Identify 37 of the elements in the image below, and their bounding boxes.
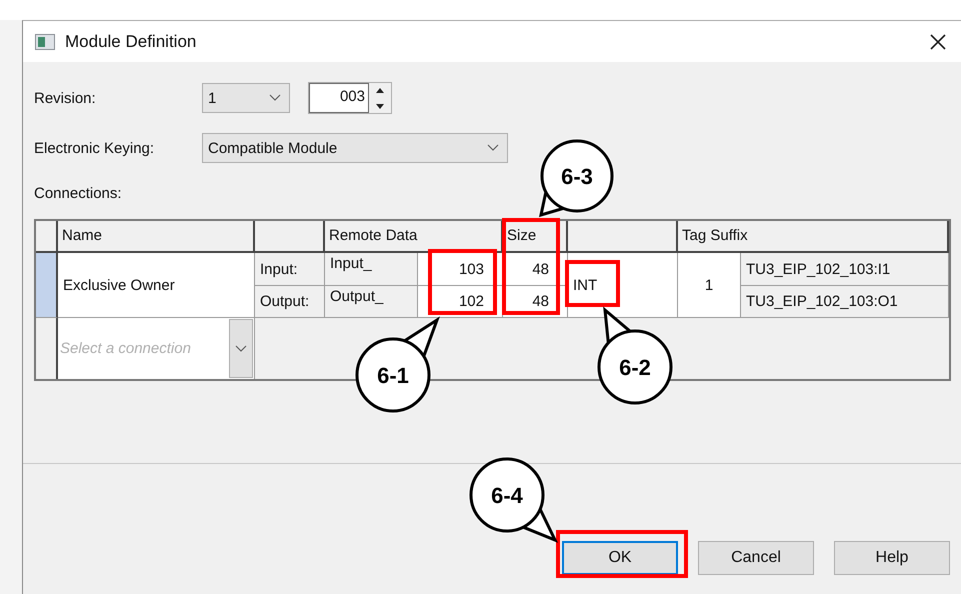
close-icon[interactable]: [929, 32, 947, 50]
table-cell: Output_: [325, 286, 418, 318]
column-header[interactable]: Remote Data: [325, 221, 503, 253]
callout-label: 6-4: [491, 483, 523, 508]
callout-label: 6-1: [377, 363, 409, 388]
column-header[interactable]: Tag Suffix: [678, 221, 949, 253]
dialog-button[interactable]: Help: [834, 541, 950, 575]
callout-label: 6-2: [619, 355, 651, 380]
major-revision-dropdown[interactable]: 1: [202, 83, 290, 113]
electronic-keying-dropdown[interactable]: Compatible Module: [202, 133, 508, 163]
table-cell: Input:: [255, 253, 325, 286]
revision-label: Revision:: [34, 90, 97, 106]
window-icon: [35, 34, 55, 50]
column-header[interactable]: [36, 221, 58, 253]
column-header[interactable]: [568, 221, 678, 253]
highlight-frame: [565, 260, 620, 307]
row-selector[interactable]: [36, 253, 58, 318]
chevron-down-icon: [269, 94, 281, 102]
table-cell: TU3_EIP_102_103:O1: [741, 286, 949, 318]
dialog-button[interactable]: Cancel: [698, 541, 814, 575]
table-cell: Exclusive Owner: [58, 253, 255, 318]
table-cell: INT: [568, 253, 678, 318]
highlight-frame: [428, 249, 497, 315]
column-header[interactable]: [255, 221, 325, 253]
table-cell: TU3_EIP_102_103:I1: [741, 253, 949, 286]
table-cell: Output:: [255, 286, 325, 318]
connections-label: Connections:: [34, 185, 123, 202]
chevron-down-icon: [235, 344, 247, 352]
electronic-keying-label: Electronic Keying:: [34, 140, 156, 156]
dialog-button[interactable]: OK: [562, 541, 678, 575]
table-cell: 1: [678, 253, 741, 318]
minor-revision-field[interactable]: 003: [309, 83, 369, 113]
column-header[interactable]: Name: [58, 221, 255, 253]
callout-label: 6-3: [561, 164, 593, 189]
chevron-down-icon: [487, 144, 499, 152]
window-title: Module Definition: [65, 32, 198, 52]
table-cell: Input_: [325, 253, 418, 286]
